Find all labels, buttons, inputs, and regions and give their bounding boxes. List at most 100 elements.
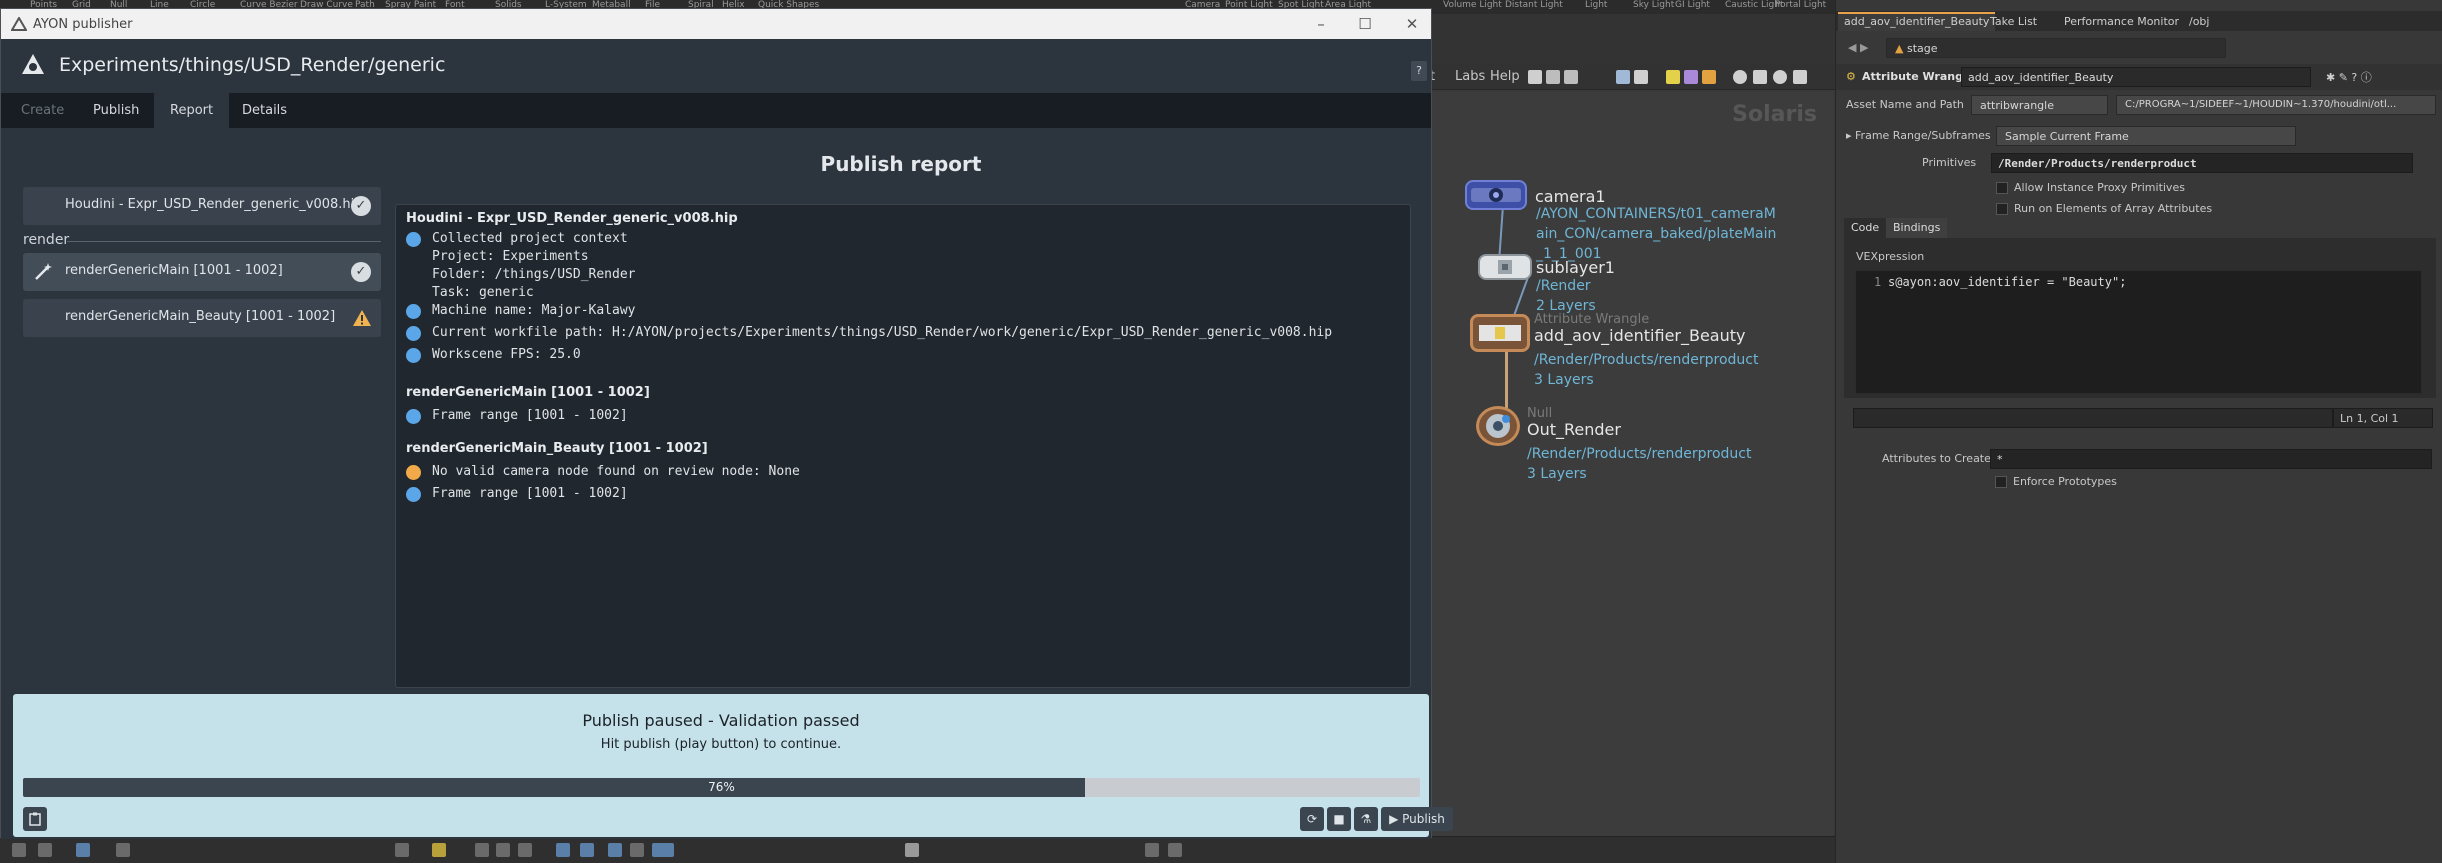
tab-parameters[interactable]: add_aov_identifier_Beauty — [1838, 12, 1996, 31]
asset-path-dropdown[interactable]: C:/PROGRA~1/SIDEEF~1/HOUDIN~1.370/houdin… — [2116, 95, 2436, 115]
stop-icon: ■ — [1333, 812, 1345, 826]
gear-icon[interactable] — [432, 843, 446, 857]
clipboard-button[interactable] — [23, 807, 47, 831]
flask-icon: ⚗ — [1360, 812, 1372, 826]
wrangle-node[interactable] — [1470, 314, 1530, 352]
asset-dropdown[interactable]: attribwrangle — [1971, 95, 2108, 115]
check-icon: ✓ — [351, 196, 371, 216]
shelf-tool[interactable]: GI Light — [1675, 0, 1710, 10]
validate-button[interactable]: ⚗ — [1354, 807, 1378, 831]
minimize-button[interactable]: – — [1307, 12, 1335, 36]
palette-icon[interactable] — [1684, 70, 1698, 84]
info-dot-icon — [406, 409, 421, 424]
close-button[interactable]: ✕ — [1398, 12, 1426, 36]
tab-obj[interactable]: /obj — [2183, 14, 2215, 30]
tab-code[interactable]: Code — [1844, 218, 1887, 238]
camera-icon[interactable] — [496, 843, 510, 857]
align-icon[interactable] — [395, 843, 409, 857]
help-button[interactable]: ? — [1411, 61, 1427, 81]
frame-label[interactable]: ▸ Frame Range/Subframes — [1846, 129, 1991, 142]
context-header: Experiments/things/USD_Render/generic ? — [1, 39, 1431, 93]
stop-button[interactable]: ■ — [1327, 807, 1351, 831]
log-viewer[interactable]: Houdini - Expr_USD_Render_generic_v008.h… — [395, 204, 1411, 688]
group-divider — [67, 241, 381, 242]
grid-icon[interactable] — [580, 843, 594, 857]
tab-take-list[interactable]: Take List — [1984, 14, 2043, 30]
pin-icon[interactable] — [1793, 70, 1807, 84]
instance-item-render-beauty[interactable]: renderGenericMain_Beauty [1001 - 1002] — [23, 299, 381, 337]
log-section-title: renderGenericMain_Beauty [1001 - 1002] — [406, 441, 708, 456]
shelf-tool[interactable]: Sky Light — [1633, 0, 1674, 10]
allow-instance-checkbox[interactable] — [1996, 182, 2008, 194]
node-wire — [1498, 209, 1504, 259]
frame-icon[interactable] — [1753, 70, 1767, 84]
tab-publish[interactable]: Publish — [77, 93, 155, 128]
null-node[interactable] — [1476, 406, 1520, 446]
path-dropdown[interactable]: ▲ stage — [1886, 38, 2226, 58]
list-icon[interactable] — [1564, 70, 1578, 84]
info-icon[interactable] — [1773, 70, 1787, 84]
back-icon[interactable]: ◀ ▶ — [1848, 41, 1868, 54]
enforce-checkbox[interactable] — [1995, 476, 2007, 488]
run-elements-checkbox[interactable] — [1996, 203, 2008, 215]
tab-details[interactable]: Details — [226, 93, 303, 128]
menu-help[interactable]: Help — [1490, 69, 1520, 84]
move-icon[interactable] — [518, 843, 532, 857]
camera-node[interactable] — [1465, 180, 1527, 210]
publish-button[interactable]: ▶ Publish — [1381, 807, 1453, 831]
frame-dropdown[interactable]: Sample Current Frame — [1996, 126, 2296, 146]
menu-icon[interactable] — [630, 843, 644, 857]
layers-icon — [1498, 260, 1512, 274]
node-type: Attribute Wrangle — [1534, 312, 1650, 327]
status-icon[interactable] — [12, 843, 26, 857]
shelf-tool[interactable]: Volume Light — [1443, 0, 1502, 10]
attrs-field[interactable]: * — [1990, 449, 2432, 469]
prims-field[interactable]: /Render/Products/renderproduct — [1991, 153, 2413, 173]
play-icon: ▶ — [1389, 812, 1399, 826]
grid-icon[interactable] — [608, 843, 622, 857]
sublayer-node[interactable] — [1478, 254, 1532, 280]
status-panel: Publish paused - Validation passed Hit p… — [13, 694, 1453, 837]
instance-label: Houdini - Expr_USD_Render_generic_v008.h… — [65, 197, 363, 212]
menu-labs[interactable]: Labs — [1455, 69, 1485, 84]
shelf-tool[interactable]: Distant Light — [1505, 0, 1563, 10]
layout-icon[interactable] — [1634, 70, 1648, 84]
folder-icon[interactable] — [1702, 70, 1716, 84]
shelf-tool[interactable]: Light — [1585, 0, 1607, 10]
camera-icon[interactable] — [1145, 843, 1159, 857]
node-type-label: Attribute Wrangle — [1862, 70, 1975, 83]
grid-icon[interactable] — [1546, 70, 1560, 84]
window-titlebar[interactable]: AYON publisher – ☐ ✕ — [1, 9, 1431, 39]
warning-dot-icon — [406, 465, 421, 480]
reset-button[interactable]: ⟳ — [1300, 807, 1324, 831]
layout-icon[interactable] — [652, 843, 674, 857]
network-editor[interactable]: Solaris camera1 /AYON_CONTAINERS/t01_cam… — [1430, 92, 1833, 836]
tab-bindings[interactable]: Bindings — [1886, 218, 1948, 238]
window-title: AYON publisher — [33, 17, 133, 32]
light-icon[interactable] — [475, 843, 489, 857]
note-icon[interactable] — [1666, 70, 1680, 84]
zoom-icon[interactable] — [38, 843, 52, 857]
shelf-tool[interactable]: Portal Light — [1775, 0, 1826, 10]
tab-report[interactable]: Report — [154, 93, 230, 128]
tab-performance-monitor[interactable]: Performance Monitor — [2058, 14, 2185, 30]
view-icon[interactable] — [1616, 70, 1630, 84]
tab-create[interactable]: Create — [5, 93, 80, 128]
node-info: /AYON_CONTAINERS/t01_cameraM ain_CON/cam… — [1536, 206, 1777, 262]
display-icon[interactable] — [76, 843, 90, 857]
publish-footer: Publish paused - Validation passed Hit p… — [1, 688, 1453, 839]
warning-icon — [353, 310, 371, 326]
node-name-field[interactable]: add_aov_identifier_Beauty — [1961, 67, 2311, 87]
instance-item-render-main[interactable]: renderGenericMain [1001 - 1002] ✓ — [23, 253, 381, 291]
search-icon[interactable] — [1733, 70, 1747, 84]
vex-editor[interactable]: 1 s@ayon:aov_identifier = "Beauty"; — [1855, 270, 2422, 394]
render-icon[interactable] — [1168, 843, 1182, 857]
instance-item-workfile[interactable]: Houdini - Expr_USD_Render_generic_v008.h… — [23, 187, 381, 225]
tools-icon[interactable] — [1528, 70, 1542, 84]
grid-icon[interactable] — [556, 843, 570, 857]
maximize-button[interactable]: ☐ — [1351, 12, 1379, 36]
filter-icon[interactable] — [905, 843, 919, 857]
gear-icon[interactable]: ✱ ✎ ? ⓘ — [2326, 69, 2372, 85]
snap-icon[interactable] — [116, 843, 130, 857]
wrangle-icon — [1479, 325, 1521, 341]
